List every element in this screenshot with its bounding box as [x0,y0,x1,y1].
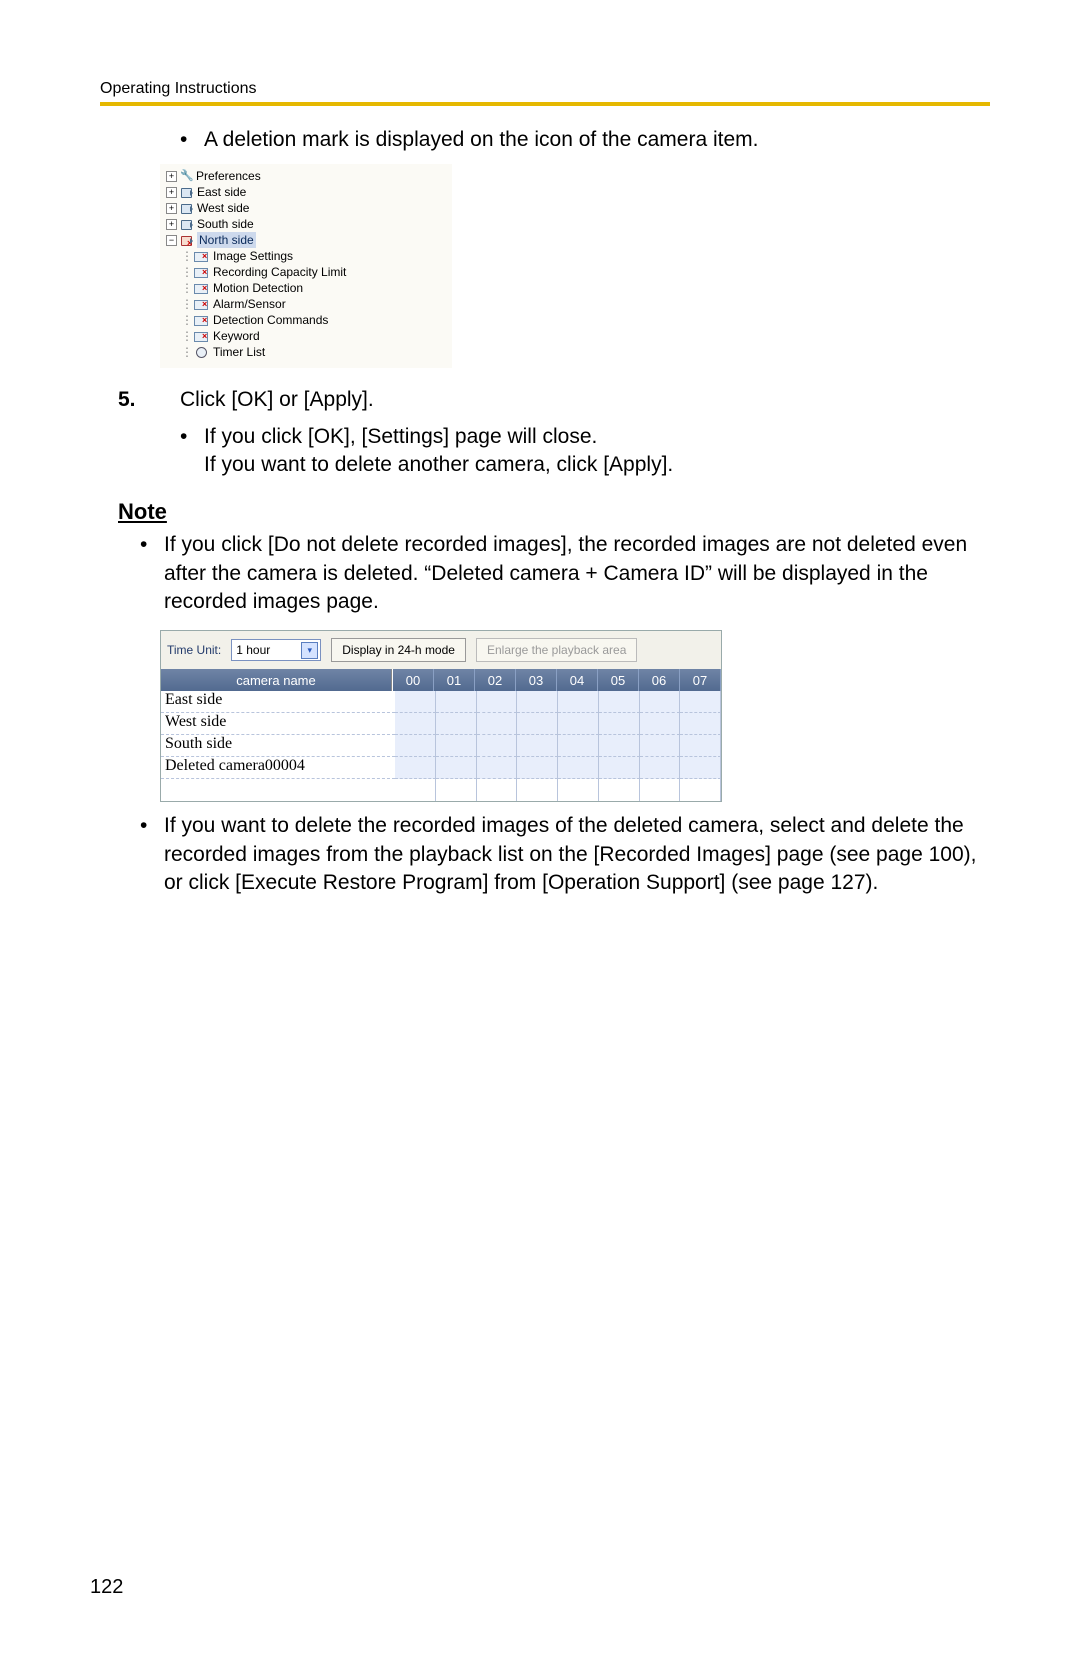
camera-icon [180,218,194,230]
playback-header: camera name 00 01 02 03 04 05 06 07 [161,669,721,691]
time-unit-label: Time Unit: [167,643,221,657]
time-unit-select[interactable]: 1 hour ▾ [231,639,321,661]
row-name [161,779,395,801]
tree-label: Preferences [196,168,261,184]
step-5: 5. Click [OK] or [Apply]. [118,386,990,414]
hour-cell: 01 [434,669,475,691]
leaf-deleted-icon [194,282,210,294]
camera-deleted-icon: × [180,234,194,246]
bullet-icon: • [180,423,204,480]
display-24h-button[interactable]: Display in 24-h mode [331,638,466,662]
bullet-text: If you click [OK], [Settings] page will … [204,423,990,480]
bullet-icon: • [140,531,164,616]
step-number: 5. [118,386,180,414]
note-heading: Note [118,499,990,525]
tree-label: Image Settings [213,248,293,264]
table-row [161,779,721,801]
table-row: Deleted camera00004 [161,757,721,779]
expander-icon: + [166,219,177,230]
camera-icon [180,202,194,214]
tree-node-north: − × North side [166,232,446,248]
tree-label: Recording Capacity Limit [213,264,346,280]
row-name: South side [161,735,395,757]
expander-icon: − [166,235,177,246]
page-number: 122 [90,1576,123,1599]
bullet-icon: • [180,126,204,154]
tree-node-preferences: + 🔧 Preferences [166,168,446,184]
leaf-deleted-icon [194,314,210,326]
camera-icon [180,186,194,198]
time-unit-value: 1 hour [236,643,270,657]
hour-cell: 06 [639,669,680,691]
tree-child: ⋮ Detection Commands [166,312,446,328]
camera-name-header: camera name [161,669,392,691]
bullet-text: A deletion mark is displayed on the icon… [204,126,990,154]
leaf-deleted-icon [194,250,210,262]
tree-label: Detection Commands [213,312,328,328]
row-name: Deleted camera00004 [161,757,395,779]
settings-tree-screenshot: + 🔧 Preferences + East side + West side … [160,164,452,368]
hour-cell: 02 [475,669,516,691]
step-text: Click [OK] or [Apply]. [180,386,990,414]
playback-list-screenshot: Time Unit: 1 hour ▾ Display in 24-h mode… [160,630,722,802]
table-row: South side [161,735,721,757]
chevron-down-icon: ▾ [301,642,318,659]
leaf-deleted-icon [194,266,210,278]
tree-child: ⋮ Recording Capacity Limit [166,264,446,280]
note-bullet-1: • If you click [Do not delete recorded i… [140,531,990,616]
playback-rows: East side West side South side Deleted c… [161,691,721,801]
hour-cell: 07 [680,669,721,691]
tree-child: ⋮ Timer List [166,344,446,360]
tree-label: West side [197,200,249,216]
tree-label: East side [197,184,246,200]
tree-child: ⋮ Image Settings [166,248,446,264]
hours-header: 00 01 02 03 04 05 06 07 [392,669,721,691]
expander-icon: + [166,171,177,182]
hour-cell: 00 [393,669,434,691]
table-row: East side [161,691,721,713]
page: Operating Instructions • A deletion mark… [0,0,1080,1669]
timer-icon [194,346,210,358]
step-5-sub: • If you click [OK], [Settings] page wil… [180,423,990,480]
tree-label: North side [197,232,256,248]
expander-icon: + [166,203,177,214]
tree-child: ⋮ Motion Detection [166,280,446,296]
tree-node-east: + East side [166,184,446,200]
bullet-text: If you click [Do not delete recorded ima… [164,531,990,616]
tree-label: Timer List [213,344,265,360]
running-header: Operating Instructions [100,80,990,102]
line: If you click [OK], [Settings] page will … [204,425,597,448]
leaf-deleted-icon [194,298,210,310]
bullet-deletion-mark: • A deletion mark is displayed on the ic… [180,126,990,154]
tree-label: Keyword [213,328,260,344]
tree-child: ⋮ Alarm/Sensor [166,296,446,312]
header-rule [100,102,990,106]
tree-label: South side [197,216,254,232]
row-name: East side [161,691,395,713]
wrench-icon: 🔧 [180,168,194,184]
bullet-icon: • [140,812,164,897]
hour-cell: 05 [598,669,639,691]
row-name: West side [161,713,395,735]
playback-toolbar: Time Unit: 1 hour ▾ Display in 24-h mode… [161,631,721,669]
tree-label: Motion Detection [213,280,303,296]
bullet-text: If you want to delete the recorded image… [164,812,990,897]
expander-icon: + [166,187,177,198]
note-bullet-2: • If you want to delete the recorded ima… [140,812,990,897]
leaf-deleted-icon [194,330,210,342]
enlarge-playback-button[interactable]: Enlarge the playback area [476,638,637,662]
tree-node-west: + West side [166,200,446,216]
tree-label: Alarm/Sensor [213,296,286,312]
hour-cell: 04 [557,669,598,691]
table-row: West side [161,713,721,735]
tree-node-south: + South side [166,216,446,232]
line: If you want to delete another camera, cl… [204,453,673,476]
tree-child: ⋮ Keyword [166,328,446,344]
hour-cell: 03 [516,669,557,691]
